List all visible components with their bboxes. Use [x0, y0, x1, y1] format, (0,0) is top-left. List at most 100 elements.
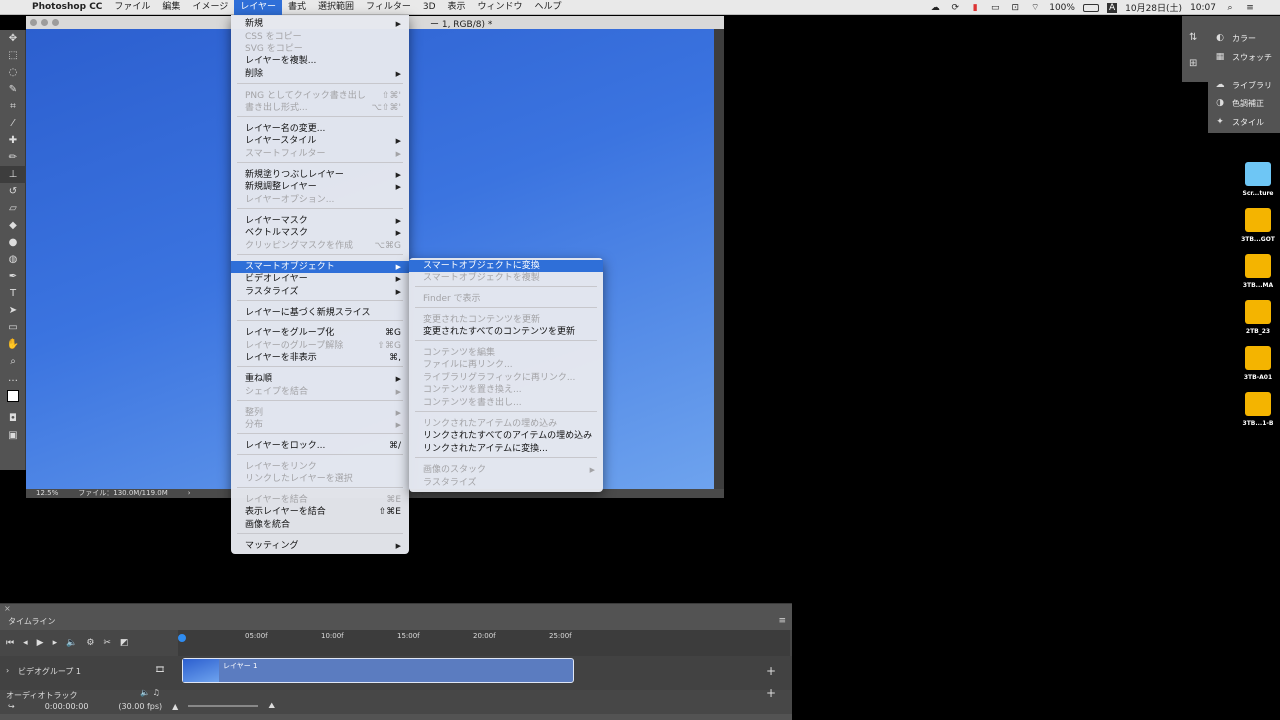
play-icon[interactable]: ▶ [37, 638, 44, 648]
screen-icon[interactable]: ⊡ [1009, 3, 1021, 13]
add-video-button[interactable]: + [766, 664, 776, 678]
pen-tool-icon[interactable]: ✒ [0, 268, 26, 285]
blur-tool-icon[interactable]: ● [0, 234, 26, 251]
hand-tool-icon[interactable]: ✋ [0, 336, 26, 353]
prev-frame-icon[interactable]: ◂ [23, 638, 28, 648]
menu-type[interactable]: 書式 [282, 0, 312, 15]
playhead-icon[interactable] [178, 634, 186, 642]
desktop-drive[interactable]: 3TB...GOT [1238, 208, 1278, 243]
layer-menu-item[interactable]: レイヤーをロック... ⌘/ [231, 440, 409, 452]
menu-3d[interactable]: 3D [417, 0, 442, 15]
smart-object-menu-item[interactable]: リンクされたアイテムに変換... [409, 443, 603, 455]
smart-object-menu-item[interactable]: スマートオブジェクトに変換 [409, 260, 603, 272]
zoom-in-icon[interactable]: ⛰ [268, 701, 275, 711]
video-group-label[interactable]: ビデオグループ 1 [18, 666, 81, 677]
zoom-level[interactable]: 12.5% [36, 489, 58, 498]
split-icon[interactable]: ✂ [103, 638, 111, 648]
layer-menu-item[interactable]: レイヤーに基づく新規スライス [231, 307, 409, 319]
list-icon[interactable]: ≡ [1244, 3, 1256, 13]
menu-edit[interactable]: 編集 [156, 0, 186, 15]
desktop-folder[interactable]: Scr...ture [1238, 162, 1278, 197]
wifi-icon[interactable]: ⌔ [1029, 3, 1041, 13]
layer-menu-item[interactable]: 重ね順 ▶ [231, 373, 409, 385]
desktop-drive[interactable]: 3TB...1-B [1238, 392, 1278, 427]
layer-menu-item[interactable]: レイヤースタイル ▶ [231, 135, 409, 147]
healing-tool-icon[interactable]: ✚ [0, 132, 26, 149]
panel-color[interactable]: ◐ カラー [1214, 32, 1256, 44]
path-select-tool-icon[interactable]: ➤ [0, 302, 26, 319]
settings-icon[interactable]: ⚙ [86, 638, 94, 648]
first-frame-icon[interactable]: ⏮ [6, 638, 14, 648]
menu-image[interactable]: イメージ [186, 0, 234, 15]
zoom-slider[interactable] [188, 705, 259, 707]
marquee-tool-icon[interactable]: ⬚ [0, 47, 26, 64]
menu-view[interactable]: 表示 [442, 0, 472, 15]
close-panel-icon[interactable]: × [4, 604, 11, 613]
layer-menu-item[interactable]: マッティング ▶ [231, 540, 409, 552]
layer-menu-item[interactable]: レイヤーをグループ化 ⌘G [231, 327, 409, 339]
menu-help[interactable]: ヘルプ [529, 0, 568, 15]
shape-tool-icon[interactable]: ▭ [0, 319, 26, 336]
apple-icon[interactable] [0, 0, 26, 15]
menu-filter[interactable]: フィルター [360, 0, 417, 15]
date[interactable]: 10月28日(土) [1125, 1, 1182, 14]
menu-select[interactable]: 選択範囲 [312, 0, 360, 15]
layer-menu-item[interactable]: 削除 ▶ [231, 68, 409, 80]
brush-tool-icon[interactable]: ✏ [0, 149, 26, 166]
speaker-icon[interactable]: 🔈 ♫ [140, 688, 160, 697]
record-icon[interactable]: ▮ [969, 3, 981, 13]
zoom-tool-icon[interactable]: ⌕ [0, 353, 26, 370]
creative-cloud-icon[interactable]: ☁ [929, 3, 941, 13]
properties-panel-icon[interactable]: ⊞ [1189, 58, 1197, 69]
timeline-ruler[interactable]: 05:00f 10:00f 15:00f 20:00f 25:00f [178, 630, 790, 656]
zoom-window-icon[interactable] [52, 19, 59, 26]
transition-icon[interactable]: ◩ [120, 638, 129, 648]
menu-window[interactable]: ウィンドウ [472, 0, 529, 15]
eraser-tool-icon[interactable]: ▱ [0, 200, 26, 217]
zoom-out-icon[interactable]: ▲ [172, 702, 178, 711]
quick-mask-icon[interactable]: ◘ [0, 410, 26, 427]
desktop-drive[interactable]: 3TB-A01 [1238, 346, 1278, 381]
expand-icon[interactable]: › [6, 666, 9, 675]
airplay-icon[interactable]: ▭ [989, 3, 1001, 13]
layer-menu-item[interactable]: 新規 ▶ [231, 18, 409, 30]
panel-styles[interactable]: ✦ スタイル [1214, 116, 1264, 128]
input-source[interactable]: A [1106, 2, 1118, 13]
history-panel-icon[interactable]: ⇅ [1189, 32, 1197, 43]
search-icon[interactable]: ⌕ [1224, 3, 1236, 13]
layer-menu-item[interactable]: 表示レイヤーを結合 ⇧⌘E [231, 506, 409, 518]
film-icon[interactable]: 🎞 [155, 665, 165, 674]
quick-select-tool-icon[interactable]: ✎ [0, 81, 26, 98]
layer-menu-item[interactable]: レイヤーマスク ▶ [231, 215, 409, 227]
panel-swatches[interactable]: ▦ スウォッチ [1214, 51, 1272, 63]
sync-icon[interactable]: ⟳ [949, 3, 961, 13]
color-swatch-icon[interactable] [0, 387, 26, 404]
smart-object-menu-item[interactable]: 変更されたすべてのコンテンツを更新 [409, 326, 603, 338]
crop-tool-icon[interactable]: ⌗ [0, 98, 26, 115]
panel-menu-icon[interactable]: ≡ [778, 616, 786, 626]
lasso-tool-icon[interactable]: ◌ [0, 64, 26, 81]
menu-layer[interactable]: レイヤー [234, 0, 282, 15]
menu-file[interactable]: ファイル [108, 0, 156, 15]
layer-menu-item[interactable]: ベクトルマスク ▶ [231, 227, 409, 239]
timeline-tab[interactable]: タイムライン [0, 614, 56, 630]
layer-menu-item[interactable]: ビデオレイヤー ▶ [231, 273, 409, 285]
bucket-tool-icon[interactable]: ◆ [0, 217, 26, 234]
video-clip[interactable]: レイヤー 1 [182, 658, 574, 683]
layer-menu-item[interactable]: 新規調整レイヤー ▶ [231, 181, 409, 193]
desktop-drive[interactable]: 2TB_23 [1238, 300, 1278, 335]
layer-menu-item[interactable]: レイヤーを複製... [231, 55, 409, 67]
layer-menu-item[interactable]: レイヤーを非表示 ⌘, [231, 352, 409, 364]
audio-icon[interactable]: 🔈 [66, 638, 77, 648]
stamp-tool-icon[interactable]: ⊥ [0, 166, 26, 183]
app-menu[interactable]: Photoshop CC [26, 0, 108, 15]
battery-icon[interactable] [1082, 3, 1099, 12]
move-tool-icon[interactable]: ✥ [0, 30, 26, 47]
panel-adjustments[interactable]: ◑ 色調補正 [1214, 97, 1264, 109]
type-tool-icon[interactable]: T [0, 285, 26, 302]
eyedropper-tool-icon[interactable]: ⁄ [0, 115, 26, 132]
status-menu-arrow[interactable]: › [188, 489, 191, 498]
render-icon[interactable]: ↪ [8, 702, 15, 711]
layer-menu-item[interactable]: スマートオブジェクト ▶ [231, 261, 409, 273]
layer-menu-item[interactable]: ラスタライズ ▶ [231, 286, 409, 298]
